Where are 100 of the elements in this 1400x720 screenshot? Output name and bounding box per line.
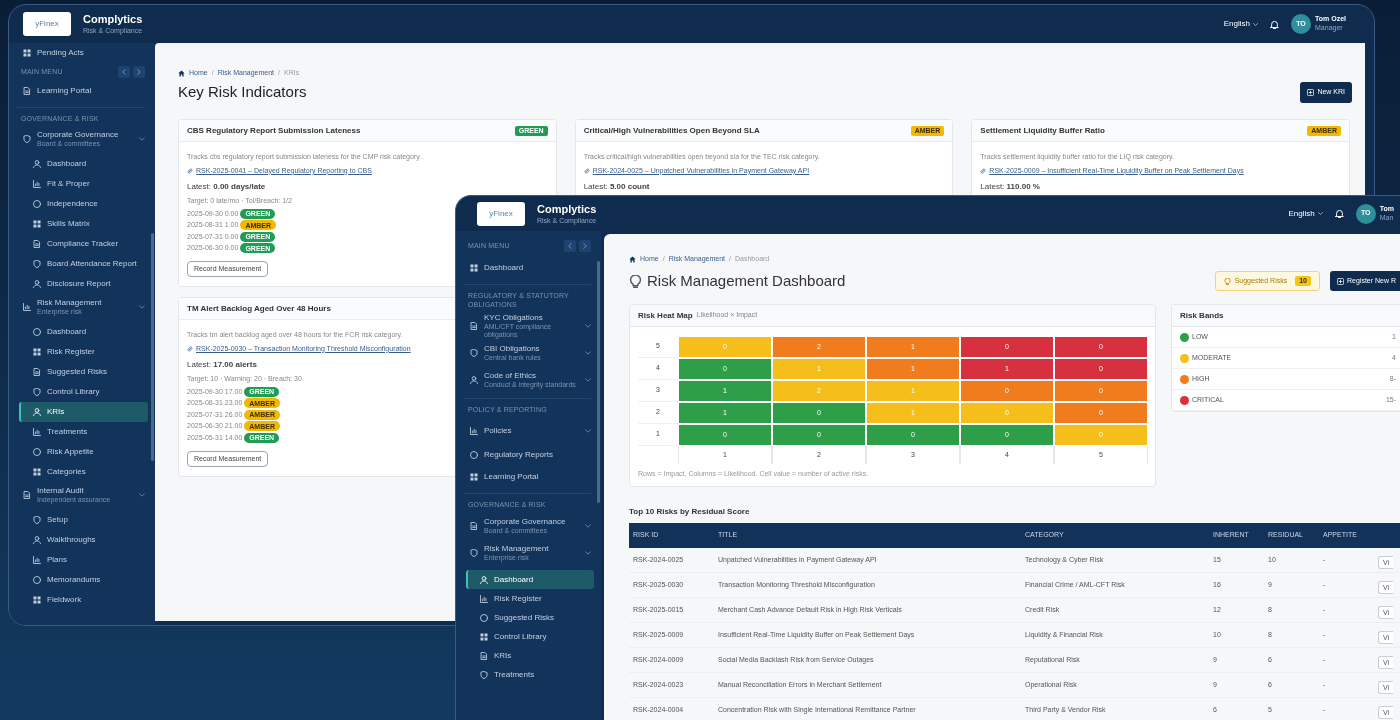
circle-icon: [33, 448, 41, 456]
sidebar-item[interactable]: Treatments: [466, 665, 594, 684]
sidebar-item[interactable]: Treatments: [19, 422, 148, 442]
caret-icon: [1317, 211, 1323, 216]
document-icon: [480, 651, 488, 660]
chevron-down-icon: [139, 492, 145, 498]
shield-icon: [33, 516, 41, 524]
sidebar-item[interactable]: Suggested Risks: [466, 608, 594, 627]
sidebar-item[interactable]: Suggested Risks: [19, 362, 148, 382]
page-title: Risk Management Dashboard: [647, 270, 846, 291]
sidebar-item[interactable]: Fieldwork: [19, 590, 148, 610]
bar-chart-icon: [470, 426, 478, 435]
sidebar-item[interactable]: Risk Register: [19, 342, 148, 362]
shield-icon: [33, 260, 41, 268]
document-icon: [470, 521, 478, 530]
latest-value: Latest: 0.00 days/late: [187, 181, 266, 193]
chevron-down-icon: [585, 349, 591, 356]
chevron-left-icon: [567, 243, 573, 249]
sidebar-item[interactable]: Dashboard: [456, 257, 595, 279]
card-title: Critical/High Vulnerabilities Open Beyond SLA: [583, 124, 760, 137]
document-icon: [23, 87, 31, 95]
shield-icon: [470, 548, 478, 557]
link-icon: [980, 168, 987, 174]
collapse-button[interactable]: [564, 240, 576, 252]
sidebar-item[interactable]: Compliance Tracker: [19, 234, 148, 254]
sidebar-item[interactable]: Walkthroughs: [19, 530, 148, 550]
card-title: Risk Bands: [1180, 309, 1224, 322]
bar-chart-icon: [33, 180, 41, 188]
grid-icon: [33, 220, 41, 228]
sidebar-item[interactable]: Learning Portal: [456, 466, 595, 488]
language-dropdown[interactable]: English: [1288, 207, 1323, 220]
grid-icon: [480, 632, 488, 641]
grid-icon: [33, 348, 41, 356]
sidebar-item[interactable]: Categories: [19, 462, 148, 482]
shield-icon: [470, 348, 478, 357]
sidebar-item[interactable]: KRIs: [466, 646, 594, 665]
grid-icon: [33, 468, 41, 476]
sidebar-item[interactable]: Dashboard: [19, 154, 148, 174]
sidebar-item[interactable]: Learning Portal: [9, 81, 149, 101]
circle-icon: [33, 200, 41, 208]
app-name: Complytics: [83, 14, 143, 25]
sidebar-item[interactable]: Fit & Proper: [19, 174, 148, 194]
chevron-right-icon: [582, 243, 588, 249]
circle-icon: [470, 451, 478, 459]
home-icon[interactable]: [629, 255, 636, 263]
expand-button[interactable]: [579, 240, 591, 252]
bar-chart-icon: [480, 594, 488, 603]
shield-icon: [33, 388, 41, 396]
home-icon[interactable]: [178, 69, 185, 77]
grid-icon: [33, 596, 41, 604]
sidebar-item[interactable]: Plans: [19, 550, 148, 570]
chevron-down-icon: [585, 427, 591, 434]
sidebar-item[interactable]: Risk Appetite: [19, 442, 148, 462]
lightbulb-icon: [629, 274, 642, 288]
plus-icon: [1307, 89, 1315, 96]
sidebar-item[interactable]: Independence: [19, 194, 148, 214]
sidebar-item[interactable]: Memorandums: [19, 570, 148, 590]
scrollbar[interactable]: [151, 233, 154, 461]
chevron-down-icon: [139, 136, 145, 142]
bell-icon[interactable]: [1334, 209, 1344, 218]
app-name: Complytics: [537, 203, 597, 215]
bar-chart-icon: [23, 303, 31, 311]
card-title: Risk Heat Map: [638, 309, 693, 322]
collapse-button[interactable]: [118, 66, 130, 78]
link-icon: [583, 168, 590, 174]
expand-button[interactable]: [133, 66, 145, 78]
sidebar-item[interactable]: Skills Matrix: [19, 214, 148, 234]
shield-icon: [23, 135, 31, 143]
chevron-down-icon: [585, 322, 591, 329]
document-icon: [470, 321, 478, 330]
document-icon: [33, 240, 41, 248]
sidebar-item[interactable]: Board Attendance Report: [19, 254, 148, 274]
bell-icon[interactable]: [1270, 19, 1279, 29]
sidebar-item[interactable]: Pending Acts: [9, 43, 149, 63]
link-icon: [187, 346, 193, 352]
chevron-down-icon: [585, 549, 591, 556]
chevron-left-icon: [121, 69, 127, 75]
latest-value: Latest: 110.00 %: [980, 181, 1040, 193]
document-icon: [23, 491, 31, 499]
sidebar-item[interactable]: Control Library: [19, 382, 148, 402]
person-icon: [470, 375, 478, 384]
person-icon: [33, 160, 41, 168]
sidebar-item[interactable]: Setup: [19, 510, 148, 530]
sidebar-item[interactable]: Regulatory Reports: [456, 444, 595, 466]
scrollbar[interactable]: [597, 261, 600, 503]
sidebar-group[interactable]: Policies: [456, 417, 595, 444]
sidebar-item[interactable]: Risk Register: [466, 589, 594, 608]
sidebar-item[interactable]: Control Library: [466, 627, 594, 646]
card-title: Settlement Liquidity Buffer Ratio: [980, 124, 1105, 137]
grid-icon: [470, 264, 478, 272]
table-title: Top 10 Risks by Residual Score: [629, 505, 750, 518]
card-title: TM Alert Backlog Aged Over 48 Hours: [187, 302, 331, 315]
sidebar-item[interactable]: Dashboard: [466, 570, 594, 589]
person-icon: [480, 575, 488, 584]
language-dropdown[interactable]: English: [1223, 18, 1258, 30]
sidebar-item[interactable]: Dashboard: [19, 322, 148, 342]
page-title: Key Risk Indicators: [178, 82, 307, 103]
sidebar-item[interactable]: Disclosure Report: [19, 274, 148, 294]
person-icon: [33, 536, 41, 544]
sidebar-item[interactable]: KRIs: [19, 402, 148, 422]
